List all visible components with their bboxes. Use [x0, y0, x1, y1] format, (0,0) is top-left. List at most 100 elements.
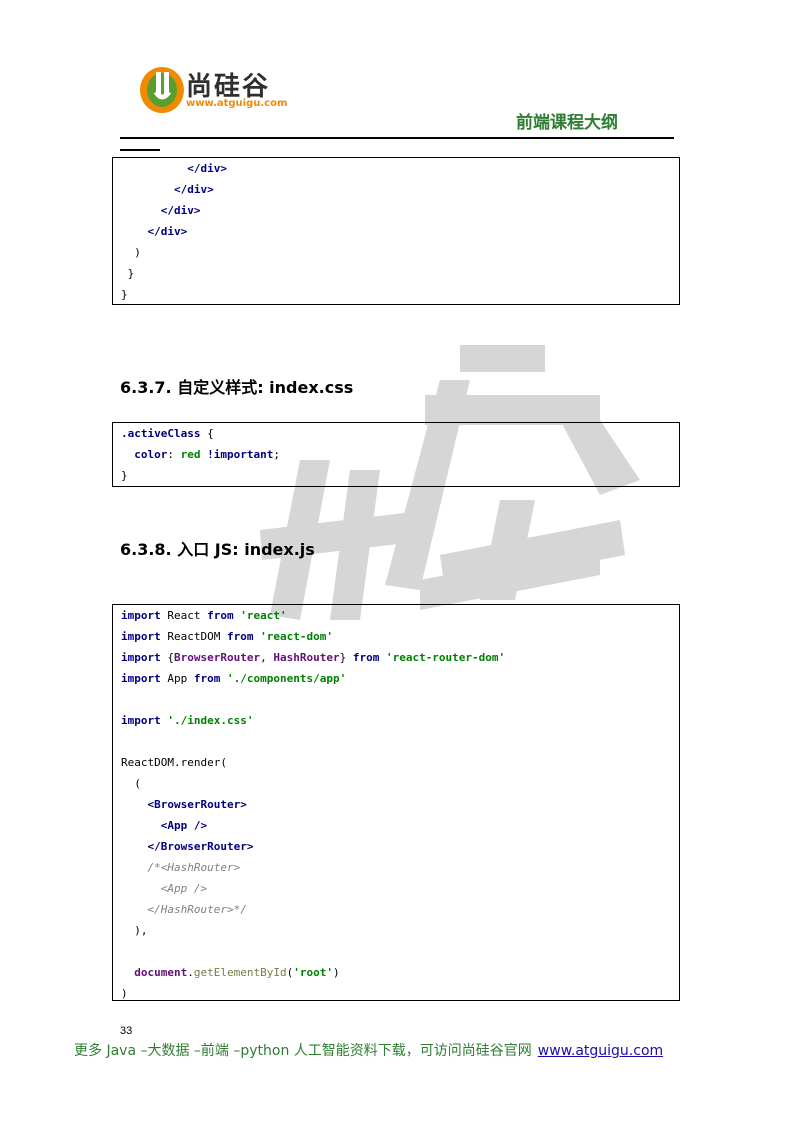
code-token: . — [187, 966, 194, 979]
code-token: from — [207, 609, 234, 622]
code-line: color: red !important; — [121, 444, 671, 465]
code-line: </HashRouter>*/ — [121, 899, 671, 920]
code-line: </div> — [121, 158, 671, 179]
code-token: ) — [121, 987, 128, 1000]
code-token: !important — [207, 448, 274, 461]
code-line: ), — [121, 920, 671, 941]
header-divider-tail — [120, 149, 160, 151]
code-line: </div> — [121, 179, 671, 200]
section-heading-6-3-8: 6.3.8. 入口 JS: index.js — [120, 540, 315, 559]
code-line: ) — [121, 983, 671, 1004]
code-token: </ — [187, 162, 201, 175]
code-token: } — [121, 288, 128, 301]
page-number: 33 — [120, 1025, 133, 1037]
code-token: </HashRouter>*/ — [147, 903, 247, 916]
logo-url: www.atguigu.com — [186, 98, 288, 109]
code-line: </div> — [121, 221, 671, 242]
code-line: /*<HashRouter> — [121, 857, 671, 878]
code-token: import — [121, 609, 161, 622]
code-token: <App /> — [160, 819, 208, 832]
code-token: > — [220, 162, 227, 175]
code-line: import App from './components/app' — [121, 668, 671, 689]
code-token: ; — [273, 448, 280, 461]
code-token: ) — [332, 966, 340, 979]
code-token: HashRouter — [273, 651, 340, 664]
code-token: } — [127, 267, 135, 280]
code-token: red — [180, 448, 201, 461]
code-token: ( — [134, 777, 141, 790]
code-token: ), — [134, 924, 148, 937]
code-token: : — [167, 448, 181, 461]
code-token: import — [121, 714, 161, 727]
code-line: ReactDOM.render( — [121, 752, 671, 773]
code-line: ) — [121, 242, 671, 263]
code-line: } — [121, 263, 671, 284]
code-line: } — [121, 284, 671, 305]
code-line: import React from 'react' — [121, 605, 671, 626]
code-line: ( — [121, 773, 671, 794]
code-line: import './index.css' — [121, 710, 671, 731]
code-token: </div> — [173, 183, 214, 196]
code-token: 'react' — [240, 609, 287, 622]
code-token: './index.css' — [167, 714, 254, 727]
code-token: ReactDOM.render( — [121, 756, 227, 769]
code-token: } — [121, 469, 128, 482]
code-token: from — [193, 672, 221, 685]
code-token: getElementById — [193, 966, 287, 979]
header-divider — [120, 137, 674, 139]
code-token: <App /> — [160, 882, 208, 895]
code-token: /*<HashRouter> — [147, 861, 241, 874]
footer-banner: 更多 Java –大数据 –前端 –python 人工智能资料下载，可访问尚硅谷… — [74, 1040, 663, 1060]
code-line: </div> — [121, 200, 671, 221]
code-token: import — [121, 651, 161, 664]
code-token: } — [339, 651, 353, 664]
code-token: </BrowserRouter> — [147, 840, 254, 853]
code-token: BrowserRouter — [174, 651, 261, 664]
code-token: .activeClass — [121, 427, 201, 440]
code-token: 'react-router-dom' — [385, 651, 506, 664]
code-token: ReactDOM — [160, 630, 227, 643]
code-line: .activeClass { — [121, 423, 671, 444]
code-token: { — [160, 651, 174, 664]
code-token: <BrowserRouter> — [147, 798, 247, 811]
code-token: import — [121, 672, 161, 685]
code-token: , — [260, 651, 274, 664]
code-line: import {BrowserRouter, HashRouter} from … — [121, 647, 671, 668]
code-token: from — [352, 651, 380, 664]
code-block-closing-tags: </div> </div> </div> </div> ) }} — [112, 157, 680, 305]
code-line: </BrowserRouter> — [121, 836, 671, 857]
code-token: document — [134, 966, 188, 979]
code-line: } — [121, 465, 671, 486]
section-heading-6-3-7: 6.3.7. 自定义样式: index.css — [120, 378, 354, 397]
code-token: color — [134, 448, 168, 461]
code-token: App — [160, 672, 194, 685]
footer-website-link[interactable]: www.atguigu.com — [538, 1043, 663, 1059]
code-token: from — [226, 630, 254, 643]
code-token: { — [200, 427, 214, 440]
code-token: </div> — [147, 225, 188, 238]
header-title: 前端课程大纲 — [516, 113, 618, 133]
footer-text: 更多 Java –大数据 –前端 –python 人工智能资料下载，可访问尚硅谷… — [74, 1043, 532, 1059]
code-token: ) — [134, 246, 141, 259]
code-token: React — [160, 609, 208, 622]
code-token: 'root' — [293, 966, 333, 979]
